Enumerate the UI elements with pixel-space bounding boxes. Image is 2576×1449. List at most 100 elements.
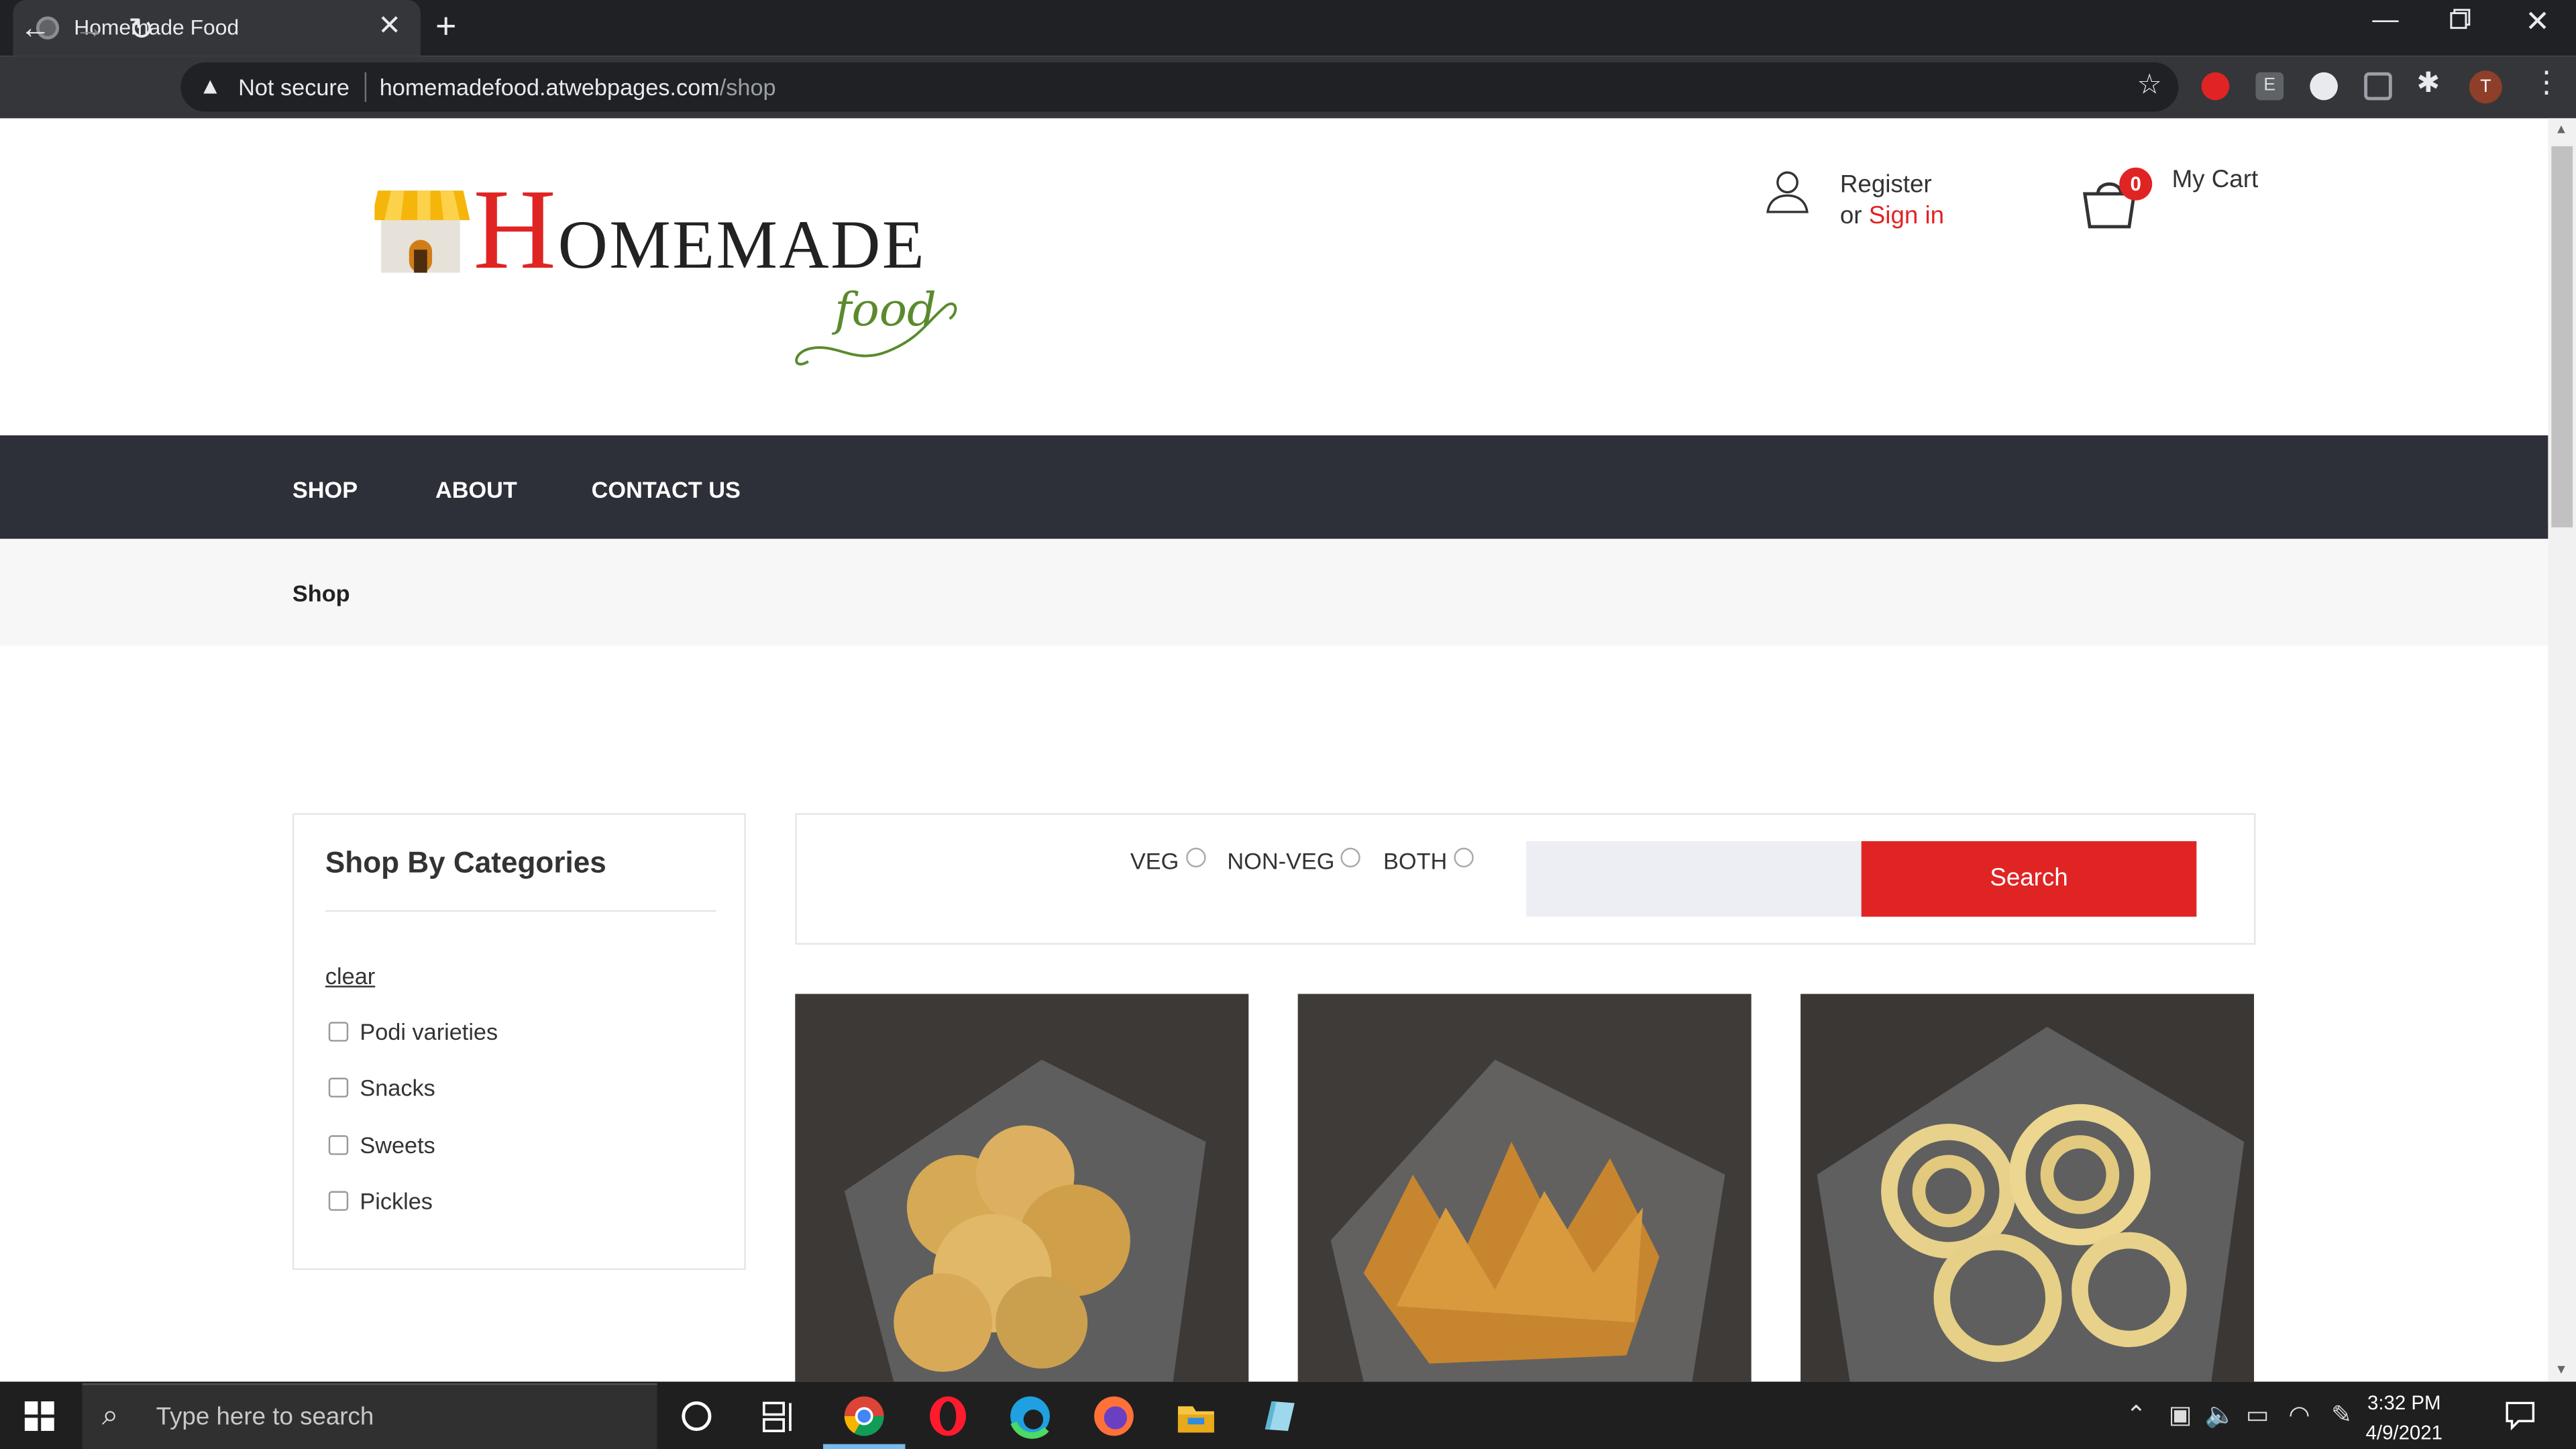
scroll-down-icon[interactable]: ▼ <box>2555 1362 2567 1377</box>
category-checkbox[interactable] <box>328 1135 349 1155</box>
security-label[interactable]: Not secure <box>238 74 350 100</box>
adblock-extension-icon[interactable] <box>2201 72 2230 101</box>
nav-contact-us[interactable]: CONTACT US <box>592 476 741 502</box>
my-cart-link[interactable]: My Cart <box>2172 166 2259 194</box>
clock-date: 4/9/2021 <box>2365 1421 2443 1444</box>
back-icon[interactable]: ← <box>19 11 51 48</box>
breadcrumb-bar <box>0 539 2548 646</box>
category-label: Sweets <box>360 1132 435 1159</box>
battery-icon[interactable]: ▭ <box>2246 1400 2269 1430</box>
product-card[interactable] <box>1801 994 2255 1382</box>
product-image <box>1297 994 1752 1382</box>
clear-filters-link[interactable]: clear <box>325 963 375 989</box>
volume-icon[interactable]: 🔈 <box>2205 1400 2236 1430</box>
address-separator <box>364 72 367 102</box>
nav-shop[interactable]: SHOP <box>292 476 358 502</box>
nav-about[interactable]: ABOUT <box>435 476 517 502</box>
filter-both[interactable]: BOTH <box>1383 847 1474 874</box>
logo-rest: OMEMADE <box>557 209 926 284</box>
bookmark-star-icon[interactable]: ☆ <box>2137 69 2162 102</box>
task-view-icon[interactable] <box>759 1397 805 1443</box>
radio-button[interactable] <box>1454 847 1474 868</box>
reload-icon[interactable]: ↻ <box>128 11 154 49</box>
file-explorer-icon[interactable] <box>1173 1393 1220 1440</box>
filter-veg[interactable]: VEG <box>1130 847 1205 874</box>
profile-avatar[interactable]: T <box>2469 70 2502 104</box>
menu-kebab-icon[interactable]: ⋮ <box>2532 66 2561 100</box>
url-host: homemadefood.atwebpages.com <box>379 74 720 101</box>
search-button[interactable]: Search <box>1861 841 2197 917</box>
taskbar-search-placeholder: Type here to search <box>156 1403 374 1432</box>
radio-button[interactable] <box>1185 847 1205 868</box>
new-tab-button[interactable]: + <box>435 5 456 48</box>
radio-button[interactable] <box>1341 847 1361 868</box>
filter-non-veg[interactable]: NON-VEG <box>1227 847 1361 874</box>
meet-now-icon[interactable]: ▣ <box>2169 1400 2192 1430</box>
category-checkbox[interactable] <box>328 1077 349 1097</box>
search-input[interactable] <box>1526 841 1862 917</box>
url-path: /shop <box>719 74 776 101</box>
puzzle-icon[interactable]: ✱ <box>2416 67 2440 100</box>
warning-icon: ▲ <box>199 72 222 99</box>
breadcrumb-current: Shop <box>292 580 350 606</box>
account-links: Register or Sign in <box>1840 169 1944 231</box>
categories-title: Shop By Categories <box>325 846 606 879</box>
category-podi-varieties[interactable]: Podi varieties <box>328 1018 498 1045</box>
cortana-icon[interactable] <box>677 1397 723 1443</box>
opera-icon[interactable] <box>925 1393 971 1440</box>
user-icon[interactable] <box>1764 168 1811 222</box>
filter-bar: VEG NON-VEG BOTH Search <box>795 813 2256 945</box>
or-text: or <box>1839 202 1869 230</box>
restore-icon[interactable] <box>2449 8 2471 38</box>
active-app-indicator <box>822 1444 906 1449</box>
extension-e-icon[interactable]: E <box>2255 72 2284 101</box>
sign-in-link[interactable]: Sign in <box>1869 202 1944 230</box>
pen-icon[interactable]: ✎ <box>2331 1400 2352 1430</box>
radio-label: VEG <box>1130 847 1179 874</box>
register-link[interactable]: Register <box>1840 169 1944 201</box>
extension-circle-icon[interactable] <box>2310 72 2338 101</box>
wifi-icon[interactable]: ◠ <box>2288 1400 2310 1430</box>
sidebar-divider <box>325 910 716 912</box>
categories-sidebar: Shop By Categories clear Podi varieties … <box>292 813 746 1271</box>
category-pickles[interactable]: Pickles <box>328 1187 433 1214</box>
logo-shop-icon[interactable] <box>371 180 470 284</box>
category-checkbox[interactable] <box>328 1022 349 1042</box>
notes-app-icon[interactable] <box>1255 1393 1301 1440</box>
logo-swirl <box>795 303 957 366</box>
url-text[interactable]: homemadefood.atwebpages.com/shop <box>380 74 776 100</box>
firefox-icon[interactable] <box>1091 1393 1137 1440</box>
main-nav <box>0 435 2548 539</box>
windows-start-icon[interactable] <box>24 1401 54 1439</box>
category-snacks[interactable]: Snacks <box>328 1074 435 1101</box>
logo-wordmark[interactable]: HOMEMADE <box>473 173 926 289</box>
logo-initial: H <box>473 167 558 294</box>
scroll-up-icon[interactable]: ▲ <box>2555 121 2567 136</box>
chrome-taskbar-icon[interactable] <box>841 1393 888 1440</box>
category-checkbox[interactable] <box>328 1191 349 1211</box>
close-window-icon[interactable]: ✕ <box>2525 5 2550 39</box>
tab-close-button[interactable]: ✕ <box>378 10 401 43</box>
extension-pages-icon[interactable] <box>2364 72 2392 101</box>
category-label: Podi varieties <box>360 1018 498 1045</box>
cart-count-badge: 0 <box>2119 167 2153 201</box>
minimize-icon[interactable]: — <box>2372 7 2398 36</box>
category-label: Snacks <box>360 1074 435 1101</box>
show-hidden-icons[interactable]: ⌃ <box>2126 1400 2147 1430</box>
scrollbar-thumb[interactable] <box>2551 146 2573 528</box>
clock-time: 3:32 PM <box>2367 1391 2441 1415</box>
notifications-icon[interactable] <box>2504 1398 2536 1439</box>
taskbar-clock[interactable]: 3:32 PM 4/9/2021 <box>2366 1388 2443 1447</box>
search-icon: ⌕ <box>101 1398 119 1432</box>
edge-icon[interactable] <box>1007 1393 1053 1440</box>
category-label: Pickles <box>360 1187 433 1214</box>
taskbar-search-box[interactable]: ⌕ Type here to search <box>82 1383 657 1449</box>
address-bar[interactable]: ▲ Not secure homemadefood.atwebpages.com… <box>180 62 2179 112</box>
radio-label: BOTH <box>1383 847 1448 874</box>
product-card[interactable] <box>795 994 1249 1382</box>
forward-icon[interactable]: → <box>74 11 105 48</box>
category-sweets[interactable]: Sweets <box>328 1132 435 1159</box>
product-card[interactable] <box>1297 994 1752 1382</box>
product-image <box>795 994 1249 1382</box>
product-image <box>1801 994 2255 1382</box>
